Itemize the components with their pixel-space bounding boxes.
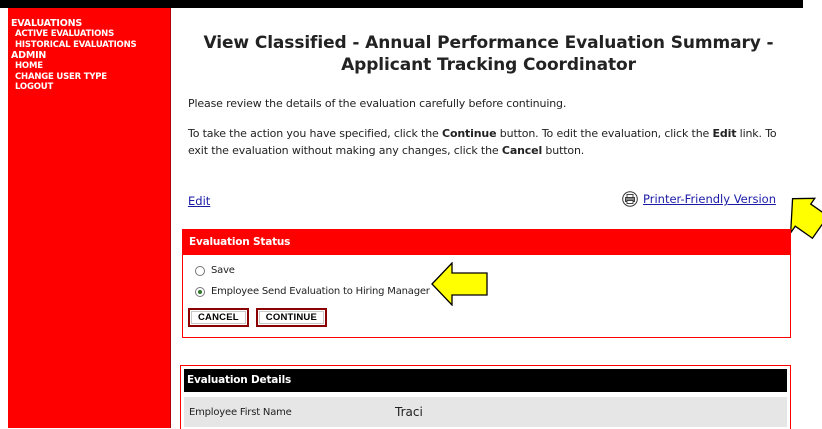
instructions-continue-word: Continue xyxy=(442,127,497,140)
sidebar-item-active-evaluations[interactable]: ACTIVE EVALUATIONS xyxy=(8,29,170,40)
sidebar-item-change-user-type[interactable]: CHANGE USER TYPE xyxy=(8,72,170,83)
page-title: View Classified - Annual Performance Eva… xyxy=(174,32,803,76)
instructions-text: To take the action you have specified, c… xyxy=(188,125,798,159)
edit-link[interactable]: Edit xyxy=(188,194,210,208)
instructions-part-1: To take the action you have specified, c… xyxy=(188,127,443,140)
evaluation-details-panel: Evaluation Details Employee First Name T… xyxy=(180,365,791,429)
radio-option-send-to-hiring-manager[interactable]: Employee Send Evaluation to Hiring Manag… xyxy=(195,286,430,297)
highlight-arrow-radio xyxy=(431,262,488,306)
radio-option-save[interactable]: Save xyxy=(195,265,235,276)
radio-save[interactable] xyxy=(195,265,205,276)
detail-label: Employee First Name xyxy=(189,406,292,418)
continue-button[interactable]: CONTINUE xyxy=(255,308,328,327)
radio-save-label: Save xyxy=(211,265,235,276)
printer-friendly-link-container[interactable]: Printer-Friendly Version xyxy=(622,191,776,207)
printer-friendly-link[interactable]: Printer-Friendly Version xyxy=(643,192,776,206)
printer-icon[interactable] xyxy=(622,191,638,207)
evaluation-details-heading: Evaluation Details xyxy=(184,369,787,392)
detail-row-employee-first-name: Employee First Name Traci xyxy=(184,397,787,427)
detail-value: Traci xyxy=(395,405,423,419)
sidebar-item-home[interactable]: HOME xyxy=(8,61,170,72)
radio-send-to-hiring-manager-label: Employee Send Evaluation to Hiring Manag… xyxy=(211,286,430,297)
action-buttons: CANCEL CONTINUE xyxy=(188,308,328,327)
instructions-cancel-word: Cancel xyxy=(501,144,543,157)
radio-send-to-hiring-manager[interactable] xyxy=(195,286,205,297)
sidebar-section-evaluations: EVALUATIONS xyxy=(11,18,82,29)
instructions-part-4: button. xyxy=(542,144,585,157)
intro-text: Please review the details of the evaluat… xyxy=(188,97,567,110)
evaluation-status-heading: Evaluation Status xyxy=(183,230,790,255)
instructions-edit-word: Edit xyxy=(712,127,737,140)
sidebar-item-historical-evaluations[interactable]: HISTORICAL EVALUATIONS xyxy=(8,40,170,51)
page-title-line-1: View Classified - Annual Performance Eva… xyxy=(203,33,774,53)
instructions-part-2: button. To edit the evaluation, click th… xyxy=(496,127,713,140)
cancel-button[interactable]: CANCEL xyxy=(188,308,249,327)
top-bar xyxy=(0,0,803,8)
sidebar-section-admin: ADMIN xyxy=(11,50,47,61)
sidebar-item-logout[interactable]: LOGOUT xyxy=(8,82,170,93)
page-title-line-2: Applicant Tracking Coordinator xyxy=(341,55,636,75)
sidebar: EVALUATIONS ACTIVE EVALUATIONS HISTORICA… xyxy=(8,8,171,428)
